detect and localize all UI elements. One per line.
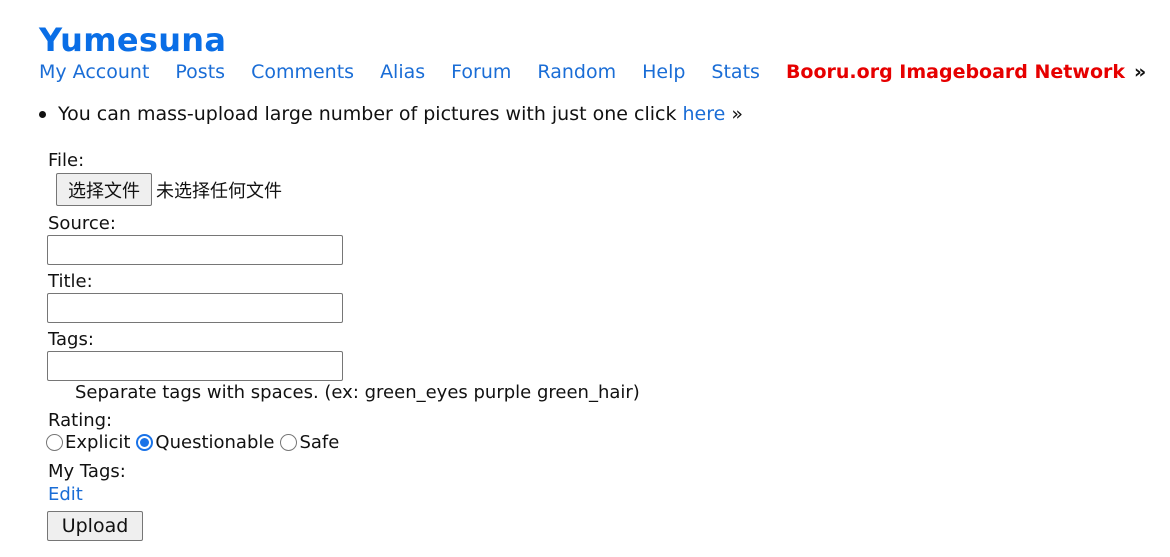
title-input[interactable] (47, 293, 343, 323)
title-label: Title: (48, 271, 93, 292)
tags-label: Tags: (48, 329, 94, 350)
nav-help-link[interactable]: Help (642, 61, 685, 83)
notice-message: You can mass-upload large number of pict… (58, 103, 683, 125)
nav-forum-link[interactable]: Forum (451, 61, 511, 83)
nav-posts-link[interactable]: Posts (175, 61, 225, 83)
notice-arrow: » (725, 103, 743, 125)
main-navigation: My Account Posts Comments Alias Forum Ra… (39, 59, 1146, 85)
site-title[interactable]: Yumesuna (39, 20, 226, 60)
file-picker: 选择文件 未选择任何文件 (56, 173, 282, 206)
nav-comments-link[interactable]: Comments (251, 61, 354, 83)
nav-random-link[interactable]: Random (537, 61, 616, 83)
choose-file-button[interactable]: 选择文件 (56, 173, 152, 206)
nav-stats-link[interactable]: Stats (711, 61, 760, 83)
radio-selected-dot (140, 438, 150, 447)
rating-safe-label[interactable]: Safe (299, 432, 339, 453)
rating-questionable-radio[interactable] (136, 434, 154, 451)
nav-my-account-link[interactable]: My Account (39, 61, 149, 83)
edit-my-tags-link[interactable]: Edit (48, 484, 83, 506)
rating-explicit-label[interactable]: Explicit (65, 432, 130, 453)
file-status-text: 未选择任何文件 (156, 180, 282, 202)
upload-button[interactable]: Upload (47, 511, 143, 541)
rating-radio-group: Explicit Questionable Safe (46, 432, 345, 453)
rating-questionable-label[interactable]: Questionable (155, 432, 274, 453)
source-input[interactable] (47, 235, 343, 265)
nav-network-arrow: » (1134, 61, 1147, 83)
mass-upload-notice: You can mass-upload large number of pict… (38, 101, 743, 127)
rating-safe-radio[interactable] (280, 434, 298, 451)
bullet-icon (39, 110, 46, 118)
my-tags-label: My Tags: (48, 461, 126, 482)
rating-explicit-radio[interactable] (46, 434, 63, 451)
source-label: Source: (48, 213, 116, 234)
mass-upload-link[interactable]: here (683, 103, 726, 125)
rating-label: Rating: (48, 410, 113, 431)
tags-input[interactable] (47, 351, 343, 381)
nav-alias-link[interactable]: Alias (380, 61, 425, 83)
nav-network-link[interactable]: Booru.org Imageboard Network (786, 61, 1125, 83)
tags-hint: Separate tags with spaces. (ex: green_ey… (75, 382, 640, 403)
file-label: File: (48, 150, 85, 171)
notice-text: You can mass-upload large number of pict… (58, 103, 743, 125)
